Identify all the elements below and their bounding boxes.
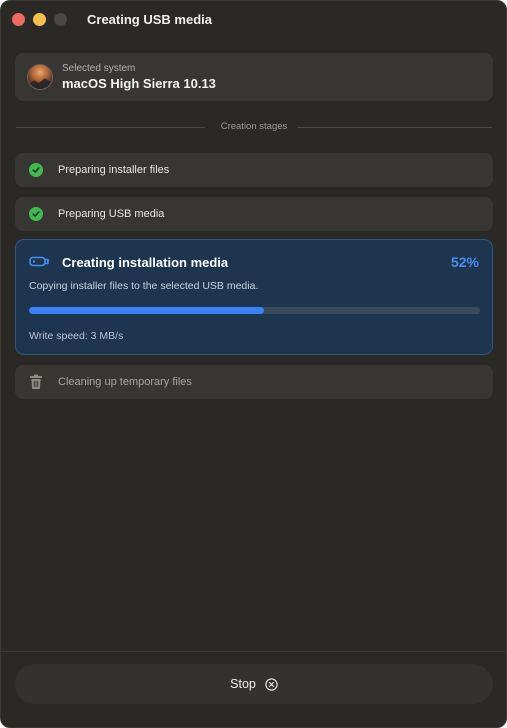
stop-button[interactable]: Stop (15, 664, 493, 704)
active-stage-description: Copying installer files to the selected … (29, 280, 259, 292)
title-bar: Creating USB media (1, 1, 506, 39)
selected-system-name: macOS High Sierra 10.13 (62, 76, 216, 91)
stage-cleaning-up-temporary-files: Cleaning up temporary files (15, 365, 493, 399)
stages-divider: Creation stages (16, 119, 492, 135)
stop-button-label: Stop (230, 677, 256, 691)
window-title: Creating USB media (87, 12, 212, 27)
check-circle-icon (29, 163, 43, 177)
divider-line-right (297, 127, 492, 128)
progress-bar-fill (29, 307, 264, 314)
macos-high-sierra-icon (27, 64, 53, 90)
check-circle-icon (29, 207, 43, 221)
footer: Stop (1, 651, 506, 727)
zoom-window-button[interactable] (54, 13, 67, 26)
stage-preparing-usb-media: Preparing USB media (15, 197, 493, 231)
active-stage-title: Creating installation media (62, 255, 229, 270)
stage-preparing-installer-files: Preparing installer files (15, 153, 493, 187)
selected-system-card: Selected system macOS High Sierra 10.13 (15, 53, 493, 101)
usb-drive-icon (29, 254, 49, 268)
selected-system-label: Selected system (62, 63, 136, 74)
close-window-button[interactable] (12, 13, 25, 26)
stage-label: Preparing installer files (58, 164, 170, 176)
stage-creating-installation-media: Creating installation media 52% Copying … (15, 239, 493, 355)
minimize-window-button[interactable] (33, 13, 46, 26)
trash-icon (29, 374, 43, 390)
write-speed: Write speed: 3 MB/s (29, 330, 124, 342)
usb-media-window: Creating USB media Selected system macOS… (0, 0, 507, 728)
progress-percent: 52% (450, 254, 479, 270)
stage-label: Cleaning up temporary files (58, 376, 192, 388)
progress-bar (29, 307, 480, 314)
close-circle-icon (265, 677, 278, 691)
stage-label: Preparing USB media (58, 208, 165, 220)
